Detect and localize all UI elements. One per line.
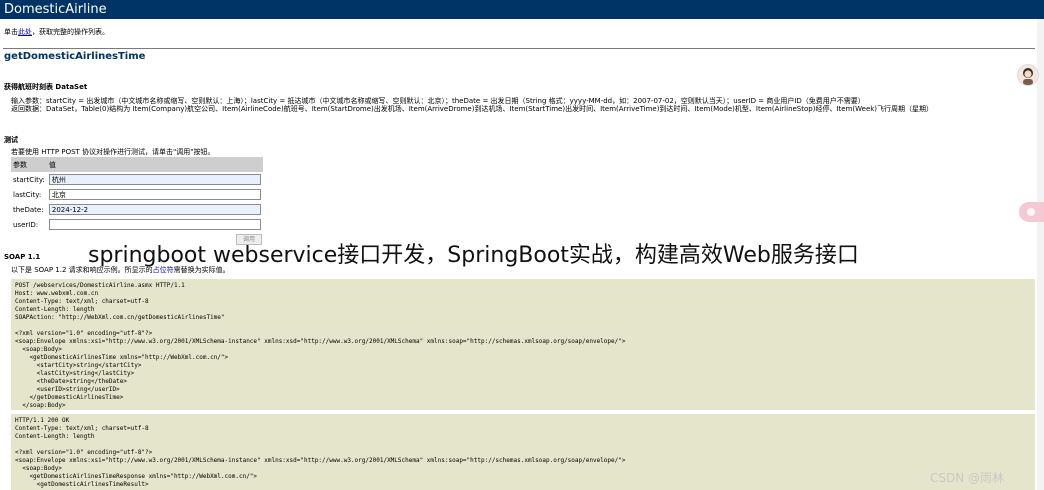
operation-title: getDomesticAirlinesTime	[4, 51, 146, 62]
avatar[interactable]	[1017, 64, 1039, 86]
floating-side-button[interactable]	[1019, 202, 1044, 222]
intro-line: 单击此处，获取完整的操作列表。	[4, 28, 109, 37]
test-title: 测试	[4, 136, 18, 144]
page-scrollbar[interactable]	[1037, 19, 1044, 490]
sparkle-icon	[1027, 208, 1035, 216]
param-label: userID:	[13, 220, 39, 229]
operations-list-link[interactable]: 此处	[18, 28, 32, 36]
test-hint: 若要使用 HTTP POST 协议对操作进行测试，请单击"调用"按钮。	[11, 148, 215, 156]
param-label: theDate:	[13, 205, 44, 214]
test-form-table: 参数 值 startCity: lastCity: theDate: userI…	[11, 157, 263, 232]
service-title: DomesticAirline	[4, 2, 107, 17]
return-data-text: 返回数据：DataSet，Table(0)结构为 Item(Company)航空…	[11, 105, 934, 113]
last-city-input[interactable]	[48, 189, 261, 200]
intro-prefix: 单击	[4, 28, 18, 36]
table-row: lastCity:	[11, 187, 263, 202]
avatar-face-icon	[1023, 68, 1033, 85]
soap-response-sample: HTTP/1.1 200 OK Content-Type: text/xml; …	[11, 414, 1035, 490]
param-label: lastCity:	[13, 190, 42, 199]
soap-request-sample: POST /webservices/DomesticAirline.asmx H…	[11, 279, 1035, 410]
the-date-input[interactable]	[48, 204, 261, 215]
table-header-row: 参数 值	[11, 157, 263, 172]
table-row: startCity:	[11, 172, 263, 187]
table-row: userID:	[11, 217, 263, 232]
description-title: 获得航班时刻表 DataSet	[4, 83, 88, 91]
top-banner: DomesticAirline	[0, 0, 1044, 19]
article-title-overlay: springboot webservice接口开发，SpringBoot实战，构…	[88, 243, 859, 268]
user-id-input[interactable]	[48, 219, 261, 230]
intro-suffix: ，获取完整的操作列表。	[32, 28, 109, 36]
soap-title: SOAP 1.1	[4, 253, 41, 261]
param-column-header: 参数	[11, 157, 47, 172]
start-city-input[interactable]	[48, 174, 261, 185]
value-column-header: 值	[46, 157, 263, 172]
heading-divider	[3, 48, 1035, 49]
table-row: theDate:	[11, 202, 263, 217]
param-label: startCity:	[13, 175, 45, 184]
watermark: CSDN @雨林	[930, 471, 1005, 485]
